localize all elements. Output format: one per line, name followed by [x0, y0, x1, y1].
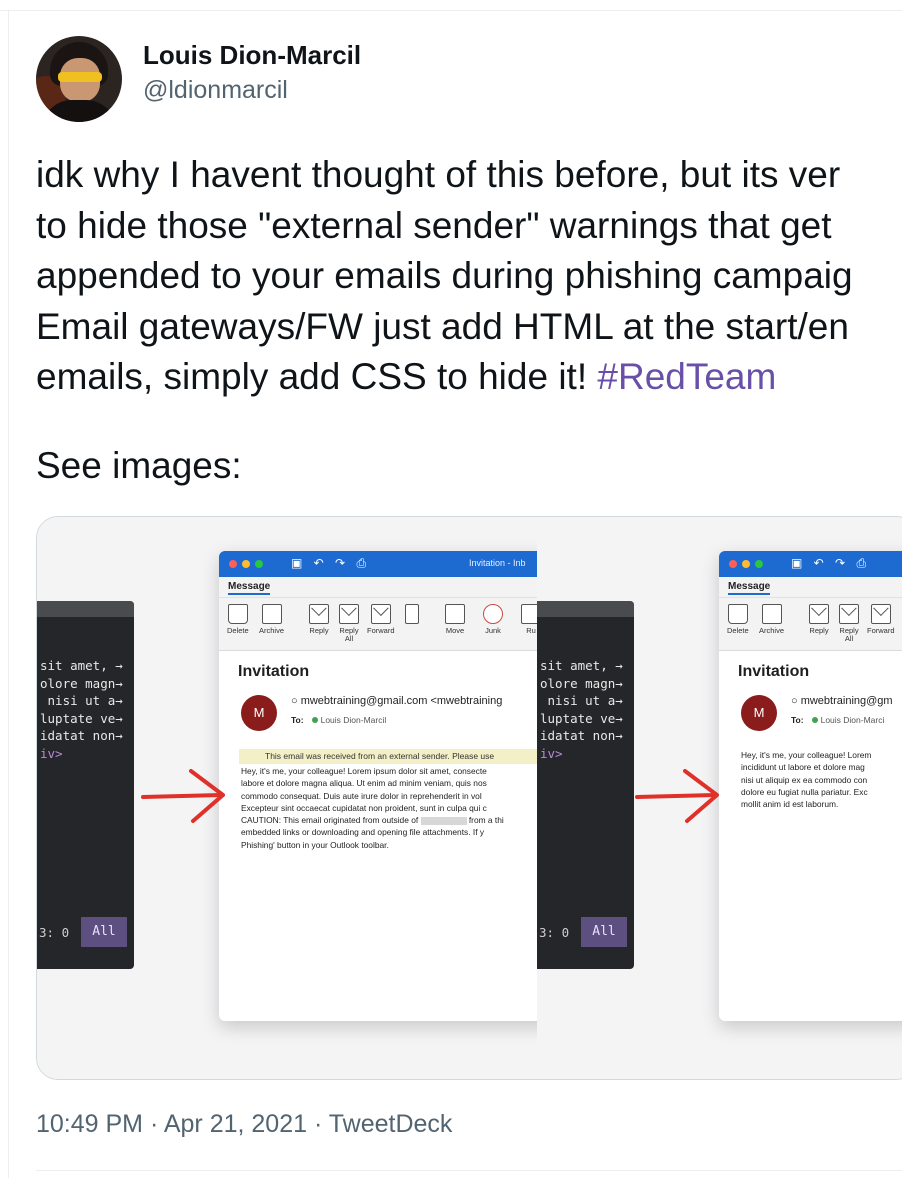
- left-border: [8, 10, 9, 1178]
- outlook-window: ▣ ↶ ↷ ⎙ Message Delete Archive Reply Rep…: [719, 551, 902, 1021]
- tab-message: Message: [228, 581, 271, 595]
- author-handle[interactable]: @ldionmarcil: [143, 76, 288, 105]
- minimize-dot-icon: [742, 560, 750, 568]
- ribbon-delete: Delete: [727, 604, 749, 635]
- sender-avatar: M: [241, 695, 277, 731]
- ribbon-junk: Junk: [483, 604, 503, 635]
- ribbon: Delete Archive Reply Reply All Forward M…: [219, 598, 537, 651]
- recipient-line: To: Louis Dion-Marcil: [291, 715, 387, 725]
- author-avatar[interactable]: [36, 36, 122, 122]
- image-with-warning[interactable]: sit amet, → olore magn→ nisi ut a→ lupta…: [37, 517, 537, 1079]
- ribbon-forward: Forward: [867, 604, 895, 635]
- see-images-text: See images:: [36, 445, 242, 486]
- junk-icon: [483, 604, 503, 624]
- reply-all-icon: [839, 604, 859, 624]
- terminal-window: sit amet, → olore magn→ nisi ut a→ lupta…: [537, 601, 634, 969]
- ribbon: Delete Archive Reply Reply All Forward: [719, 598, 902, 651]
- ribbon-tabs: Message: [719, 577, 902, 598]
- quick-access-icons: ▣ ↶ ↷ ⎙: [291, 556, 371, 570]
- ribbon-move: Move: [445, 604, 465, 635]
- close-dot-icon: [229, 560, 237, 568]
- quick-access-icons: ▣ ↶ ↷ ⎙: [791, 556, 871, 570]
- redacted-block: [420, 816, 467, 825]
- email-body-text: Hey, it's me, your colleague! Lorem inci…: [741, 750, 872, 810]
- forward-icon: [370, 604, 391, 624]
- red-arrow-icon: [635, 769, 719, 823]
- ribbon-forward: Forward: [367, 604, 395, 635]
- window-title: Invitation - Inb: [469, 558, 526, 568]
- forward-icon: [870, 604, 891, 624]
- terminal-window: sit amet, → olore magn→ nisi ut a→ lupta…: [37, 601, 134, 969]
- media-attachment[interactable]: sit amet, → olore magn→ nisi ut a→ lupta…: [36, 516, 902, 1080]
- terminal-status-count: 3: 0: [539, 925, 570, 940]
- top-divider: [0, 10, 902, 11]
- sender-avatar: M: [741, 695, 777, 731]
- bottom-divider: [36, 1170, 902, 1171]
- rules-icon: [521, 604, 537, 624]
- author-display-name[interactable]: Louis Dion-Marcil: [143, 40, 361, 71]
- tweet-text: idk why I havent thought of this before,…: [36, 150, 902, 403]
- red-arrow-icon: [141, 769, 225, 823]
- ribbon-rules: Ru: [521, 604, 537, 635]
- terminal-all-button: All: [81, 917, 127, 947]
- move-icon: [445, 604, 465, 624]
- message-subject: Invitation: [238, 663, 310, 680]
- recipient-line: To: Louis Dion-Marci: [791, 715, 885, 725]
- outlook-titlebar: ▣ ↶ ↷ ⎙: [719, 551, 902, 577]
- tweet-line: appended to your emails during phishing …: [36, 255, 853, 296]
- ribbon-reply: Reply: [809, 604, 829, 635]
- tweet-line: Email gateways/FW just add HTML at the s…: [36, 305, 849, 347]
- ribbon-tabs: Message: [219, 577, 537, 598]
- ribbon-archive: Archive: [259, 604, 284, 635]
- tweet-line: emails, simply add CSS to hide it! #RedT…: [36, 352, 902, 403]
- external-sender-warning: This email was received from an external…: [239, 749, 537, 764]
- sender-address: ○ mwebtraining@gmail.com <mwebtraining: [291, 695, 503, 707]
- archive-icon: [261, 604, 282, 624]
- hashtag-link[interactable]: #RedTeam: [597, 356, 776, 397]
- terminal-code: sit amet, → olore magn→ nisi ut a→ lupta…: [40, 658, 123, 761]
- ribbon-reply-all: Reply All: [339, 604, 359, 643]
- minimize-dot-icon: [242, 560, 250, 568]
- trash-icon: [227, 604, 248, 624]
- zoom-dot-icon: [755, 560, 763, 568]
- sender-address: ○ mwebtraining@gm: [791, 695, 893, 707]
- email-body-text: Hey, it's me, your colleague! Lorem ipsu…: [241, 766, 504, 850]
- ribbon-reply-all: Reply All: [839, 604, 859, 643]
- message-subject: Invitation: [738, 663, 810, 680]
- outlook-window: ▣ ↶ ↷ ⎙ Invitation - Inb Message Delete …: [219, 551, 537, 1021]
- ribbon-more: [405, 604, 419, 627]
- tweet-line: to hide those "external sender" warnings…: [36, 204, 832, 246]
- terminal-status-count: 3: 0: [39, 925, 70, 940]
- outlook-titlebar: ▣ ↶ ↷ ⎙ Invitation - Inb: [219, 551, 537, 577]
- reply-icon: [309, 604, 329, 624]
- ribbon-reply: Reply: [309, 604, 329, 635]
- tweet-line: idk why I havent thought of this before,…: [36, 154, 841, 195]
- tweet-timestamp[interactable]: 10:49 PM · Apr 21, 2021 · TweetDeck: [36, 1110, 452, 1139]
- ribbon-archive: Archive: [759, 604, 784, 635]
- more-icon: [405, 604, 419, 624]
- tweet-line-text: emails, simply add CSS to hide it!: [36, 356, 598, 397]
- reply-icon: [809, 604, 829, 624]
- reply-all-icon: [339, 604, 359, 624]
- ribbon-delete: Delete: [227, 604, 249, 635]
- archive-icon: [761, 604, 782, 624]
- tab-message: Message: [728, 581, 771, 595]
- trash-icon: [727, 604, 748, 624]
- image-with-warning-hidden[interactable]: sit amet, → olore magn→ nisi ut a→ lupta…: [537, 517, 902, 1079]
- zoom-dot-icon: [255, 560, 263, 568]
- terminal-all-button: All: [581, 917, 627, 947]
- terminal-code: sit amet, → olore magn→ nisi ut a→ lupta…: [540, 658, 623, 761]
- close-dot-icon: [729, 560, 737, 568]
